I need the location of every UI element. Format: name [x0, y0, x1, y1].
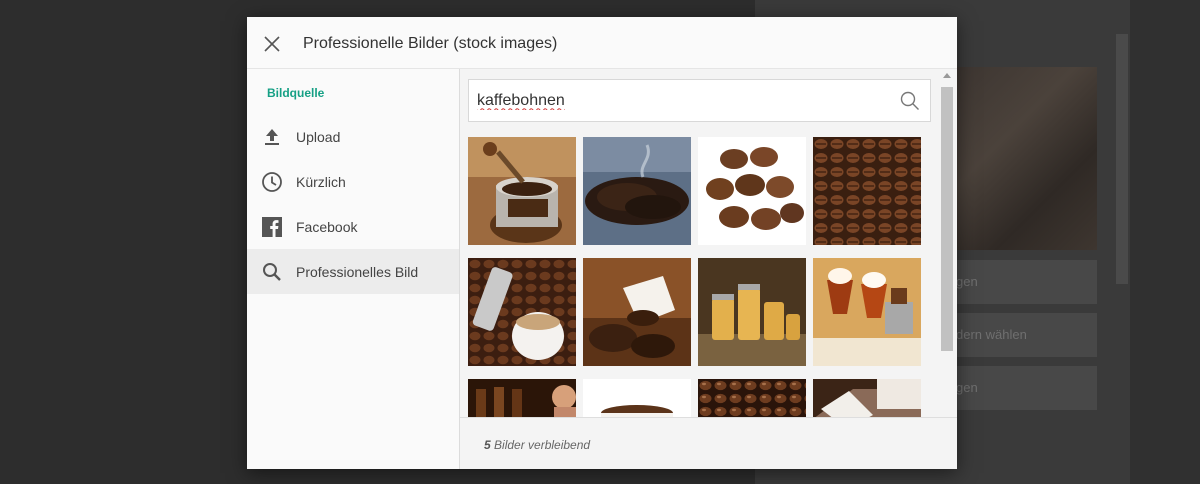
stock-image-thumbnail[interactable] — [468, 137, 576, 245]
sidebar-item-upload[interactable]: Upload — [247, 114, 459, 159]
results-footer: 5 Bilder verbleibend — [460, 417, 957, 469]
stock-image-thumbnail[interactable] — [813, 137, 921, 245]
search-icon — [261, 261, 283, 283]
stock-image-thumbnail[interactable] — [813, 258, 921, 366]
stock-image-thumbnail[interactable] — [583, 137, 691, 245]
background-button: gen — [940, 260, 1097, 304]
stock-image-thumbnail[interactable] — [583, 258, 691, 366]
remaining-count: 5 — [484, 438, 491, 452]
sidebar-item-label: Facebook — [296, 218, 358, 235]
sidebar-item-facebook[interactable]: Facebook — [247, 204, 459, 249]
results-scrollbar[interactable] — [940, 73, 954, 417]
clock-icon — [261, 171, 283, 193]
stock-image-thumbnail[interactable] — [698, 137, 806, 245]
stock-image-thumbnail[interactable] — [813, 379, 921, 417]
sidebar-item-label: Upload — [296, 128, 341, 145]
close-icon[interactable] — [261, 33, 283, 55]
sidebar-item-professional-image[interactable]: Professionelles Bild — [247, 249, 459, 294]
stock-image-thumbnail[interactable] — [583, 379, 691, 417]
stock-image-thumbnail[interactable] — [468, 258, 576, 366]
image-results-grid — [468, 137, 928, 417]
dialog-title: Professionelle Bilder (stock images) — [303, 35, 558, 52]
stock-image-thumbnail[interactable] — [698, 258, 806, 366]
stock-image-thumbnail[interactable] — [468, 379, 576, 417]
upload-icon — [261, 126, 283, 148]
dialog-header: Professionelle Bilder (stock images) — [247, 17, 957, 69]
background-photo — [940, 67, 1097, 250]
search-input[interactable] — [477, 80, 887, 121]
background-scrollbar — [1116, 34, 1128, 284]
search-icon[interactable] — [900, 91, 920, 111]
stock-image-thumbnail[interactable] — [698, 379, 806, 417]
sidebar-item-recent[interactable]: Kürzlich — [247, 159, 459, 204]
image-source-sidebar: Bildquelle Upload Kürzlich Facebook Prof… — [247, 69, 460, 469]
sidebar-item-label: Kürzlich — [296, 173, 346, 190]
remaining-label: Bilder verbleibend — [490, 438, 591, 452]
scrollbar-thumb[interactable] — [941, 87, 953, 351]
sidebar-heading: Bildquelle — [267, 86, 325, 100]
background-button: gen — [940, 366, 1097, 410]
remaining-images-status: 5 Bilder verbleibend — [484, 438, 590, 452]
stock-images-dialog: Professionelle Bilder (stock images) Bil… — [247, 17, 957, 469]
scroll-up-arrow-icon[interactable] — [943, 73, 951, 78]
background-button: dern wählen — [940, 313, 1097, 357]
background-edge — [1130, 0, 1200, 484]
search-box — [468, 79, 931, 122]
stock-search-panel: 5 Bilder verbleibend — [460, 69, 957, 469]
sidebar-item-label: Professionelles Bild — [296, 263, 419, 280]
facebook-icon — [261, 216, 283, 238]
